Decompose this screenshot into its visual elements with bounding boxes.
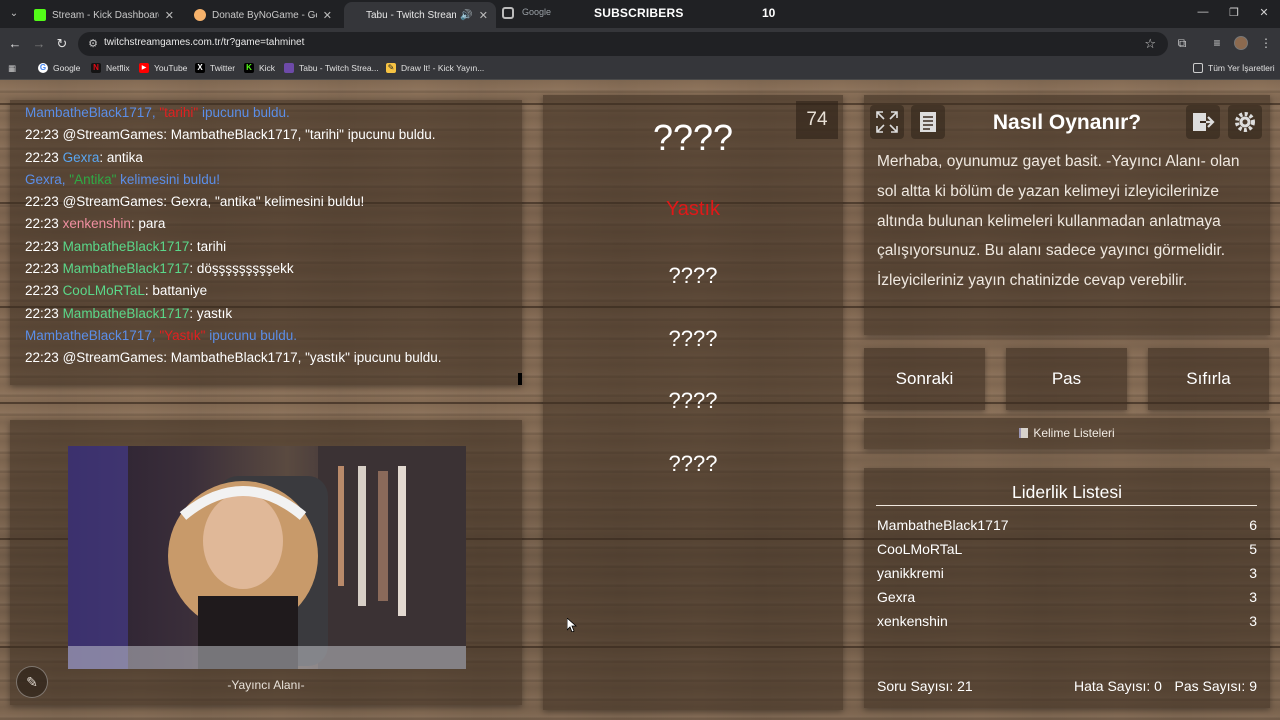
words-panel: 74 ???? Yastık ???? ???? ???? ???? <box>543 95 843 710</box>
close-tab-icon[interactable]: ✕ <box>479 9 488 22</box>
webcam-feed <box>68 446 466 669</box>
kick-icon: K <box>244 63 254 73</box>
youtube-icon: ▶ <box>139 63 149 73</box>
tab-tabu-game[interactable]: Tabu - Twitch Stream Game 🔊 ✕ <box>344 2 496 28</box>
back-icon[interactable]: ← <box>7 36 23 52</box>
site-info-icon[interactable]: ⚙ <box>86 37 100 51</box>
leaderboard-title: Liderlik Listesi <box>1012 482 1122 502</box>
apps-grid-icon[interactable]: ▦ <box>8 63 16 74</box>
x-twitter-icon: X <box>195 63 205 73</box>
subscribers-overlay: Google SUBSCRIBERS 10 <box>500 3 800 23</box>
game-stats: Soru Sayısı: 21 Hata Sayısı: 0 Pas Sayıs… <box>877 678 1257 698</box>
settings-gear-icon[interactable] <box>1228 105 1262 139</box>
subscribers-count: 10 <box>762 6 776 20</box>
webcam-image <box>68 446 466 669</box>
tab-search-button[interactable]: ⌄ <box>6 6 22 22</box>
word-lists-button[interactable]: Kelime Listeleri <box>864 418 1270 449</box>
menu-kebab-icon[interactable]: ⋮ <box>1258 36 1274 50</box>
chat-system-line: Gexra, "Antika" kelimesini buldu! <box>25 171 220 187</box>
subscribers-label: SUBSCRIBERS <box>594 6 684 20</box>
profile-avatar[interactable] <box>1234 36 1248 50</box>
chat-system-line: MambatheBlack1717, "tarihi" ipucunu buld… <box>25 105 290 120</box>
chat-message: 22:23 CooLMoRTaL: battaniye <box>25 283 208 299</box>
bookmark-google[interactable]: G Google <box>38 63 80 73</box>
reload-icon[interactable]: ↻ <box>54 36 70 52</box>
next-button[interactable]: Sonraki <box>864 348 985 410</box>
close-window-icon[interactable]: ✕ <box>1256 6 1272 19</box>
close-tab-icon[interactable]: ✕ <box>323 9 332 22</box>
question-count: Soru Sayısı: 21 <box>877 678 973 694</box>
chat-message: 22:23 MambatheBlack1717: yastık <box>25 305 233 321</box>
leaderboard-divider <box>876 505 1257 506</box>
folder-icon <box>1193 63 1203 73</box>
main-word: ???? <box>652 117 734 158</box>
extensions-icon[interactable]: ⧉ <box>1174 36 1190 51</box>
chat-scrollbar[interactable] <box>518 373 522 385</box>
logout-icon[interactable] <box>1186 105 1220 139</box>
book-icon <box>1019 428 1029 438</box>
mouse-cursor-icon <box>567 618 577 632</box>
media-controls-icon[interactable]: ≡ <box>1209 36 1225 50</box>
draw-it-icon: ✎ <box>386 63 396 73</box>
leaderboard-row: MambatheBlack1717 6 <box>877 517 1257 533</box>
chat-message: 22:23 @StreamGames: MambatheBlack1717, "… <box>25 127 436 143</box>
how-to-play-panel: Nasıl Oynanır? Merhaba, oyunumuz gayet b… <box>864 95 1270 335</box>
browser-tab-bar: ⌄ Stream - Kick Dashboard ✕ Donate ByNoG… <box>0 0 1280 28</box>
bookmarks-bar: ▦ G Google N Netflix ▶ YouTube X Twitter… <box>0 60 1280 80</box>
bookmark-twitter[interactable]: X Twitter <box>195 63 235 73</box>
netflix-icon: N <box>91 63 101 73</box>
hidden-hint-word: ???? <box>668 451 718 476</box>
chat-message: 22:23 Gexra: antika <box>25 149 143 165</box>
draw-pencil-button[interactable]: ✎ <box>16 666 48 698</box>
chat-message: 22:23 MambatheBlack1717: tarihi <box>25 238 227 254</box>
browser-toolbar: ← → ↻ ⚙ twitchstreamgames.com.tr/tr?game… <box>0 28 1280 60</box>
forward-icon[interactable]: → <box>31 36 47 52</box>
address-bar[interactable]: ⚙ twitchstreamgames.com.tr/tr?game=tahmi… <box>78 32 1168 56</box>
hidden-hint-word: ???? <box>668 263 718 288</box>
reset-button[interactable]: Sıfırla <box>1148 348 1269 410</box>
chat-message: 22:23 xenkenshin: para <box>25 216 166 232</box>
leaderboard-row: Gexra 3 <box>877 589 1257 605</box>
bookmark-draw-it[interactable]: ✎ Draw It! - Kick Yayın... <box>386 63 484 73</box>
revealed-hint-word: Yastık <box>665 198 721 220</box>
pass-count: Pas Sayısı: 9 <box>1174 678 1257 694</box>
game-page: MambatheBlack1717, "tarihi" ipucunu buld… <box>0 80 1280 720</box>
bookmark-tabu[interactable]: Tabu - Twitch Strea... <box>284 63 379 73</box>
how-to-play-text: Merhaba, oyunumuz gayet basit. -Yayıncı … <box>877 153 1240 290</box>
streamer-area: -Yayıncı Alanı- ✎ <box>10 420 522 705</box>
overlay-logo-icon <box>502 7 514 19</box>
leaderboard-row: yanikkremi 3 <box>877 565 1257 581</box>
minimize-window-icon[interactable]: — <box>1195 6 1211 18</box>
kick-favicon-icon <box>34 9 46 21</box>
tabu-icon <box>284 63 294 73</box>
chat-message: 22:23 @StreamGames: MambatheBlack1717, "… <box>25 350 442 366</box>
all-bookmarks[interactable]: Tüm Yer İşaretleri <box>1193 63 1275 73</box>
bookmark-youtube[interactable]: ▶ YouTube <box>139 63 187 73</box>
chat-panel: MambatheBlack1717, "tarihi" ipucunu buld… <box>10 100 522 385</box>
bookmark-star-icon[interactable]: ☆ <box>1144 36 1156 52</box>
chat-system-line: MambatheBlack1717, "Yastık" ipucunu buld… <box>25 327 298 343</box>
chat-message: 22:23 @StreamGames: Gexra, "antika" keli… <box>25 194 365 210</box>
pass-button[interactable]: Pas <box>1006 348 1127 410</box>
leaderboard-row: CooLMoRTaL 5 <box>877 541 1257 557</box>
close-tab-icon[interactable]: ✕ <box>165 9 174 22</box>
restore-window-icon[interactable]: ❐ <box>1226 6 1242 19</box>
hidden-hint-word: ???? <box>668 388 718 413</box>
leaderboard-row: xenkenshin 3 <box>877 613 1257 629</box>
leaderboard-panel: Liderlik Listesi MambatheBlack1717 6 CooL… <box>864 468 1270 708</box>
streamer-area-label: -Yayıncı Alanı- <box>227 678 305 692</box>
hidden-hint-word: ???? <box>668 326 718 351</box>
tab-donate-bynogame[interactable]: Donate ByNoGame - Gelen/Gid ✕ <box>186 2 340 28</box>
url-text[interactable]: twitchstreamgames.com.tr/tr?game=tahmine… <box>104 37 304 48</box>
speaker-icon[interactable]: 🔊 <box>460 10 472 21</box>
tab-kick-dashboard[interactable]: Stream - Kick Dashboard ✕ <box>26 2 182 28</box>
bookmark-netflix[interactable]: N Netflix <box>91 63 130 73</box>
error-count: Hata Sayısı: 0 <box>1074 678 1162 694</box>
bookmark-kick[interactable]: K Kick <box>244 63 275 73</box>
bynogame-favicon-icon <box>194 9 206 21</box>
chat-message: 22:23 MambatheBlack1717: döşşşşşşşşşekk <box>25 261 294 277</box>
google-icon: G <box>38 63 48 73</box>
